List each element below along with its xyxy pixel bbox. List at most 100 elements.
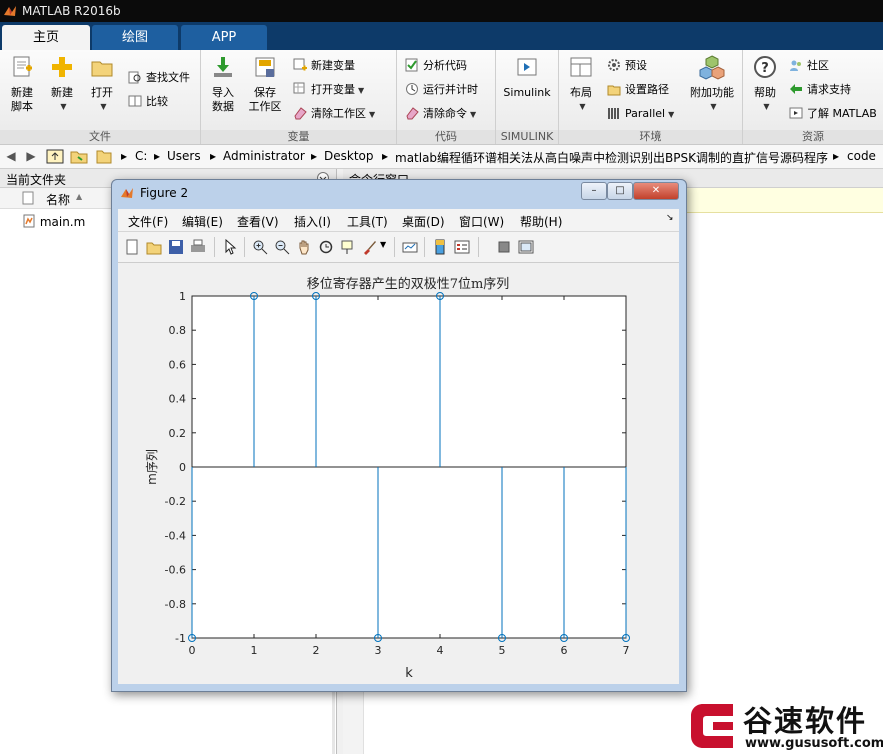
- breadcrumb-administrator[interactable]: Administrator: [223, 149, 305, 163]
- parallel-button[interactable]: Parallel ▼: [607, 104, 674, 124]
- browse-folder-icon[interactable]: [70, 148, 88, 164]
- breadcrumb-code[interactable]: code: [847, 149, 876, 163]
- chevron-down-icon[interactable]: ▼: [380, 240, 386, 249]
- breadcrumb-sep: ▸: [154, 149, 161, 163]
- menu-overflow-icon[interactable]: ↘: [666, 213, 674, 223]
- new-button[interactable]: 新建 ▼: [42, 54, 82, 114]
- community-icon: [790, 60, 801, 71]
- menu-view[interactable]: 查看(V): [237, 213, 279, 230]
- tab-apps[interactable]: APP: [181, 25, 267, 50]
- chevron-down-icon: ▼: [100, 102, 107, 111]
- new-variable-button[interactable]: 新建变量: [293, 56, 355, 76]
- breadcrumb-desktop[interactable]: Desktop: [324, 149, 374, 163]
- menu-file[interactable]: 文件(F): [128, 213, 168, 230]
- x-tick-label: 2: [313, 644, 320, 657]
- new-figure-icon[interactable]: [124, 239, 140, 255]
- clear-workspace-button[interactable]: 清除工作区 ▼: [293, 104, 375, 124]
- request-support-button[interactable]: 请求支持: [789, 80, 851, 100]
- learn-matlab-button[interactable]: 了解 MATLAB: [789, 104, 877, 124]
- tab-plots[interactable]: 绘图: [92, 25, 178, 50]
- code-group-label: 代码: [397, 130, 495, 144]
- environment-group: 布局 ▼ 预设 设置路径 Parallel ▼ 附加功能 ▼ 环境: [559, 50, 743, 144]
- figure-canvas: 移位寄存器产生的双极性7位m序列 1 0.8 0.6 0.4 0.2 0 -0.2 -0.4 -…: [118, 263, 679, 684]
- folder-icon: [91, 61, 113, 77]
- stem-chart[interactable]: 移位寄存器产生的双极性7位m序列 1 0.8 0.6 0.4 0.2 0 -0.2 -0.4 -…: [118, 263, 679, 684]
- open-variable-icon: [293, 82, 305, 94]
- brush-icon[interactable]: [362, 239, 378, 255]
- simulink-button[interactable]: Simulink: [500, 54, 554, 100]
- new-script-label: 新建 脚本: [11, 86, 33, 113]
- help-label: 帮助: [754, 86, 776, 99]
- chevron-down-icon: ▼: [668, 110, 675, 119]
- breadcrumb-users[interactable]: Users: [167, 149, 201, 163]
- support-icon: [790, 84, 802, 94]
- save-icon[interactable]: [168, 239, 184, 255]
- breadcrumb-drive[interactable]: C:: [135, 149, 147, 163]
- clear-commands-button[interactable]: 清除命令 ▼: [405, 104, 476, 124]
- help-button[interactable]: ? 帮助 ▼: [745, 54, 785, 114]
- layout-button[interactable]: 布局 ▼: [561, 54, 601, 114]
- new-script-icon: [13, 56, 32, 77]
- pan-hand-icon[interactable]: [296, 239, 312, 255]
- zoom-out-icon[interactable]: [274, 239, 290, 255]
- m-file-icon: [23, 214, 35, 228]
- import-data-button[interactable]: 导入 数据: [203, 54, 243, 114]
- file-group: 新建 脚本 新建 ▼ 打开 ▼ 查找文件 比较 文件: [0, 50, 201, 144]
- new-script-button[interactable]: 新建 脚本: [2, 54, 42, 114]
- preferences-button[interactable]: 预设: [607, 56, 647, 76]
- menu-edit[interactable]: 编辑(E): [182, 213, 223, 230]
- maximize-button[interactable]: □: [607, 182, 633, 200]
- help-icon: ?: [754, 56, 776, 78]
- tab-home[interactable]: 主页: [2, 25, 90, 50]
- hide-plot-tools-icon[interactable]: [496, 239, 512, 255]
- menu-window[interactable]: 窗口(W): [459, 213, 504, 230]
- watermark-brand: 谷速软件: [743, 704, 868, 738]
- matlab-logo-icon: [4, 6, 16, 16]
- menu-insert[interactable]: 插入(I): [294, 213, 331, 230]
- data-cursor-icon[interactable]: [340, 239, 356, 255]
- save-workspace-button[interactable]: 保存 工作区: [245, 54, 285, 114]
- analyze-code-icon: [405, 58, 418, 72]
- colorbar-icon[interactable]: [432, 239, 448, 255]
- link-plot-icon[interactable]: [402, 239, 418, 255]
- breadcrumb-project-folder[interactable]: matlab编程循环谱相关法从高白噪声中检测识别出BPSK调制的直扩信号源码程序: [395, 149, 828, 166]
- rotate-3d-icon[interactable]: [318, 239, 334, 255]
- addons-button[interactable]: 附加功能 ▼: [687, 54, 737, 114]
- minimize-button[interactable]: –: [581, 182, 607, 200]
- analyze-code-button[interactable]: 分析代码: [405, 56, 467, 76]
- forward-arrow-icon[interactable]: ▶: [24, 149, 38, 163]
- zoom-in-icon[interactable]: [252, 239, 268, 255]
- file-group-label: 文件: [0, 130, 200, 144]
- up-folder-icon[interactable]: [46, 148, 64, 164]
- menu-tools[interactable]: 工具(T): [347, 213, 388, 230]
- file-item[interactable]: main.m: [22, 214, 85, 229]
- menu-desktop[interactable]: 桌面(D): [402, 213, 445, 230]
- gear-icon: [608, 59, 620, 71]
- matlab-logo-icon: [121, 188, 133, 198]
- back-arrow-icon[interactable]: ◀: [4, 149, 18, 163]
- run-and-time-button[interactable]: 运行并计时: [405, 80, 478, 100]
- breadcrumb-sep: ▸: [833, 149, 840, 163]
- run-and-time-icon: [406, 83, 418, 95]
- breadcrumb-sep: ▸: [382, 149, 389, 163]
- simulink-group: Simulink SIMULINK: [496, 50, 559, 144]
- close-button[interactable]: ✕: [633, 182, 679, 200]
- open-file-icon[interactable]: [146, 239, 162, 255]
- open-button[interactable]: 打开 ▼: [82, 54, 122, 114]
- simulink-icon: [517, 58, 537, 76]
- legend-icon[interactable]: [454, 239, 470, 255]
- x-tick-label: 1: [251, 644, 258, 657]
- find-files-button[interactable]: 查找文件: [128, 68, 190, 88]
- open-variable-button[interactable]: 打开变量 ▼: [293, 80, 364, 100]
- compare-button[interactable]: 比较: [128, 92, 168, 112]
- show-plot-tools-icon[interactable]: [518, 239, 534, 255]
- print-icon[interactable]: [190, 239, 206, 255]
- y-tick-label: 0.6: [169, 358, 187, 371]
- community-button[interactable]: 社区: [789, 56, 829, 76]
- set-path-button[interactable]: 设置路径: [607, 80, 669, 100]
- pointer-icon[interactable]: [222, 239, 238, 255]
- menu-help[interactable]: 帮助(H): [520, 213, 562, 230]
- figure-toolbar: ▼: [118, 232, 679, 263]
- sort-ascending-icon: ▲: [76, 192, 83, 201]
- figure-titlebar[interactable]: Figure 2 – □ ✕: [112, 180, 686, 207]
